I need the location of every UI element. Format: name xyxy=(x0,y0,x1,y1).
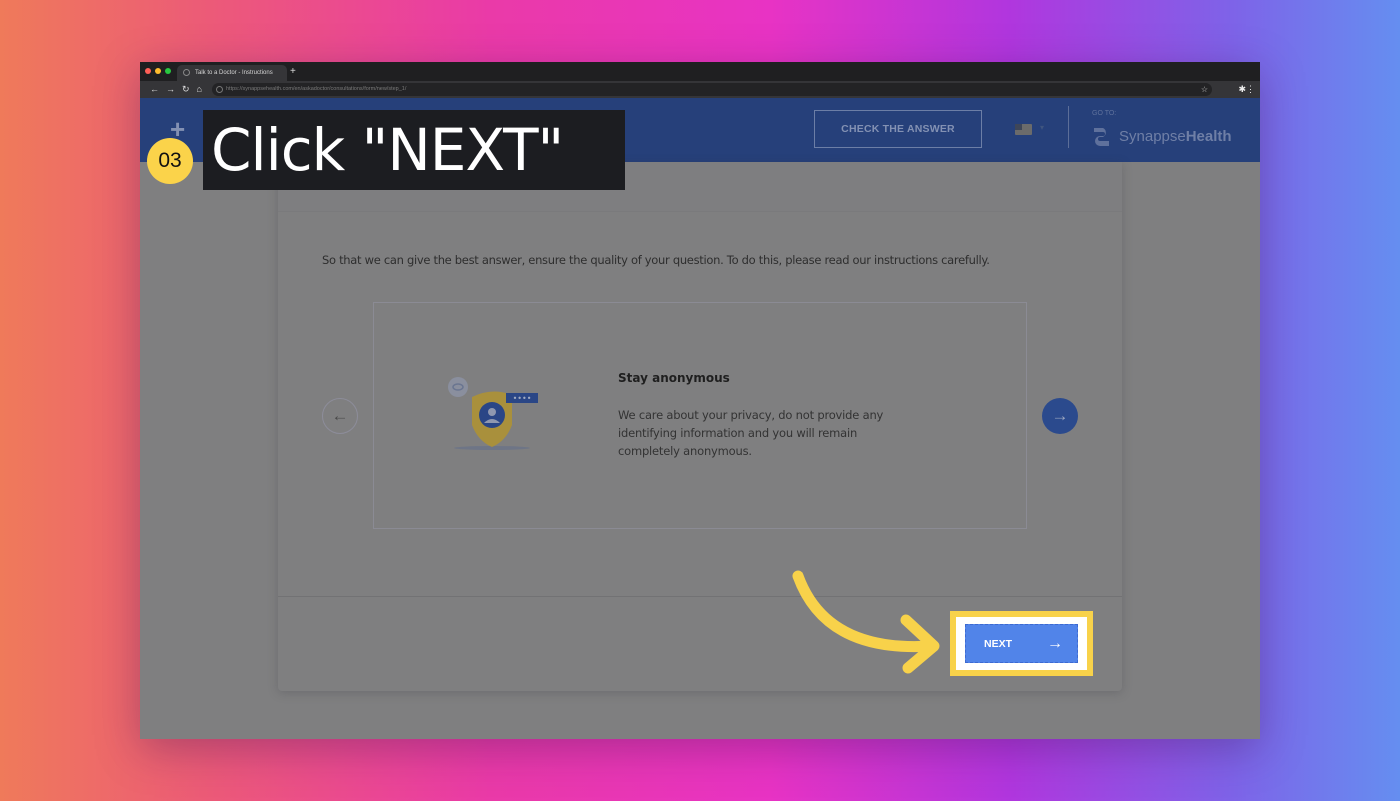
user-head-icon xyxy=(488,408,496,416)
site-info-icon[interactable] xyxy=(216,86,223,93)
step-number-badge: 03 xyxy=(147,138,193,184)
new-tab-button[interactable]: + xyxy=(290,65,296,79)
arrow-left-icon: ← xyxy=(331,406,349,425)
reload-icon[interactable]: ↻ xyxy=(182,83,190,96)
brand-light: Synappse xyxy=(1119,128,1186,145)
intro-text: So that we can give the best answer, ens… xyxy=(322,253,990,267)
tab-title: Talk to a Doctor - Instructions xyxy=(195,70,273,76)
next-button-label: NEXT xyxy=(984,637,1013,650)
instructions-card: So that we can give the best answer, ens… xyxy=(278,162,1122,691)
bookmark-star-icon[interactable]: ☆ xyxy=(1201,83,1208,96)
step-instruction: Click "NEXT" xyxy=(203,110,625,190)
anonymous-shield-illustration: •••• xyxy=(448,377,538,450)
browser-tab[interactable]: Talk to a Doctor - Instructions xyxy=(177,65,287,81)
password-dots: •••• xyxy=(513,394,532,403)
arrow-right-icon: → xyxy=(1047,634,1063,652)
synappse-health-link[interactable]: SynappseHealth xyxy=(1119,128,1232,145)
extensions-icon[interactable]: ✱ xyxy=(1238,83,1246,96)
window-controls xyxy=(145,68,171,74)
slide-title: Stay anonymous xyxy=(618,371,730,385)
browser-tab-bar: Talk to a Doctor - Instructions + xyxy=(140,62,1260,81)
browser-menu-icon[interactable]: ⋮ xyxy=(1246,83,1255,96)
browser-toolbar: ← → ↻ ⌂ https://synappsehealth.com/en/as… xyxy=(140,81,1260,98)
next-slide-button[interactable]: → xyxy=(1042,398,1078,434)
goto-label: GO TO: xyxy=(1092,110,1117,117)
chevron-down-icon[interactable]: ▾ xyxy=(1040,123,1044,132)
slide-body: We care about your privacy, do not provi… xyxy=(618,408,884,458)
highlight-inner: NEXT → xyxy=(956,617,1087,670)
back-icon[interactable]: ← xyxy=(150,83,159,96)
minimize-window-button[interactable] xyxy=(155,68,161,74)
page-content: So that we can give the best answer, ens… xyxy=(140,162,1260,739)
url-text: https://synappsehealth.com/en/askadoctor… xyxy=(226,86,407,92)
arrow-right-icon: → xyxy=(1051,406,1069,425)
curved-arrow-icon xyxy=(792,570,940,674)
next-button-highlight: NEXT → xyxy=(950,611,1093,676)
globe-icon xyxy=(183,69,190,76)
forward-icon[interactable]: → xyxy=(166,83,175,96)
next-button[interactable]: NEXT → xyxy=(965,624,1078,663)
previous-slide-button[interactable]: ← xyxy=(322,398,358,434)
instruction-slide: •••• Stay anonymous We care about your p… xyxy=(373,302,1027,529)
home-icon[interactable]: ⌂ xyxy=(197,83,202,96)
synappse-logo-icon[interactable] xyxy=(1091,125,1112,149)
eye-badge-shape xyxy=(448,377,468,397)
us-flag-icon[interactable] xyxy=(1015,124,1032,135)
close-window-button[interactable] xyxy=(145,68,151,74)
header-divider xyxy=(1068,106,1069,148)
maximize-window-button[interactable] xyxy=(165,68,171,74)
brand-bold: Health xyxy=(1185,128,1232,145)
footer-divider xyxy=(278,596,1122,597)
address-bar[interactable]: https://synappsehealth.com/en/askadoctor… xyxy=(212,83,1212,96)
check-the-answer-button[interactable]: CHECK THE ANSWER xyxy=(814,110,982,148)
